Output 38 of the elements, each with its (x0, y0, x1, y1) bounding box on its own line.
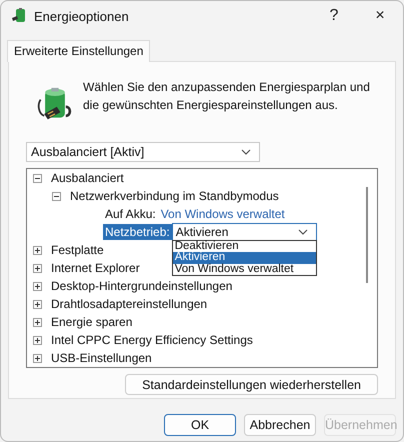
chevron-down-icon (298, 229, 308, 235)
tree-item[interactable]: Intel CPPC Energy Efficiency Settings (51, 333, 253, 347)
setting-label: Auf Akku: (104, 206, 157, 222)
tree-item[interactable]: Drahtlosadaptereinstellungen (51, 297, 208, 311)
tree-item[interactable]: Ausbalanciert (51, 171, 124, 185)
battery-plug-icon (11, 8, 27, 24)
expand-toggle[interactable] (33, 264, 42, 272)
setting-dropdown[interactable]: Aktivieren (172, 223, 317, 241)
expand-toggle[interactable] (33, 246, 42, 254)
expand-toggle[interactable] (52, 192, 61, 200)
dropdown-option[interactable]: Von Windows verwaltet (172, 264, 316, 275)
chevron-down-icon (241, 149, 251, 155)
tree-item[interactable]: USB-Einstellungen (51, 351, 152, 365)
setting-label: Netzbetrieb: (103, 224, 172, 240)
help-button[interactable]: ? (311, 1, 357, 31)
dropdown-option[interactable]: Deaktivieren (172, 241, 316, 252)
dialog-button[interactable]: Abbrechen (244, 414, 316, 436)
expand-toggle[interactable] (33, 282, 42, 290)
expand-toggle[interactable] (33, 174, 42, 182)
plan-dropdown[interactable]: Ausbalanciert [Aktiv] (26, 142, 260, 162)
tree-item[interactable]: Netzwerkverbindung im Standbymodus (70, 189, 279, 203)
restore-defaults-button[interactable]: Standardeinstellungen wiederherstellen (125, 374, 378, 395)
expand-toggle[interactable] (33, 336, 42, 344)
tree-item[interactable]: Festplatte (51, 243, 104, 257)
tree-item[interactable]: Internet Explorer (51, 261, 140, 275)
tab[interactable]: Erweiterte Einstellungen (7, 40, 150, 62)
dropdown-option[interactable]: Aktivieren (172, 252, 316, 264)
dialog-button[interactable]: OK (164, 414, 236, 436)
expand-toggle[interactable] (33, 300, 42, 308)
close-button[interactable]: × (357, 1, 403, 31)
expand-toggle[interactable] (33, 354, 42, 362)
scrollbar-thumb[interactable] (366, 187, 368, 283)
tree-item[interactable]: Desktop-Hintergrundeinstellungen (51, 279, 232, 293)
setting-value-link[interactable]: Von Windows verwaltet (160, 207, 285, 221)
window-title: Energieoptionen (34, 8, 129, 24)
expand-toggle[interactable] (33, 318, 42, 326)
description-text: Wählen Sie den anzupassenden Energiesparplan und die gewünschten Energiespareinstellungen aus. (83, 79, 371, 114)
tree-item[interactable]: Energie sparen (51, 315, 132, 329)
